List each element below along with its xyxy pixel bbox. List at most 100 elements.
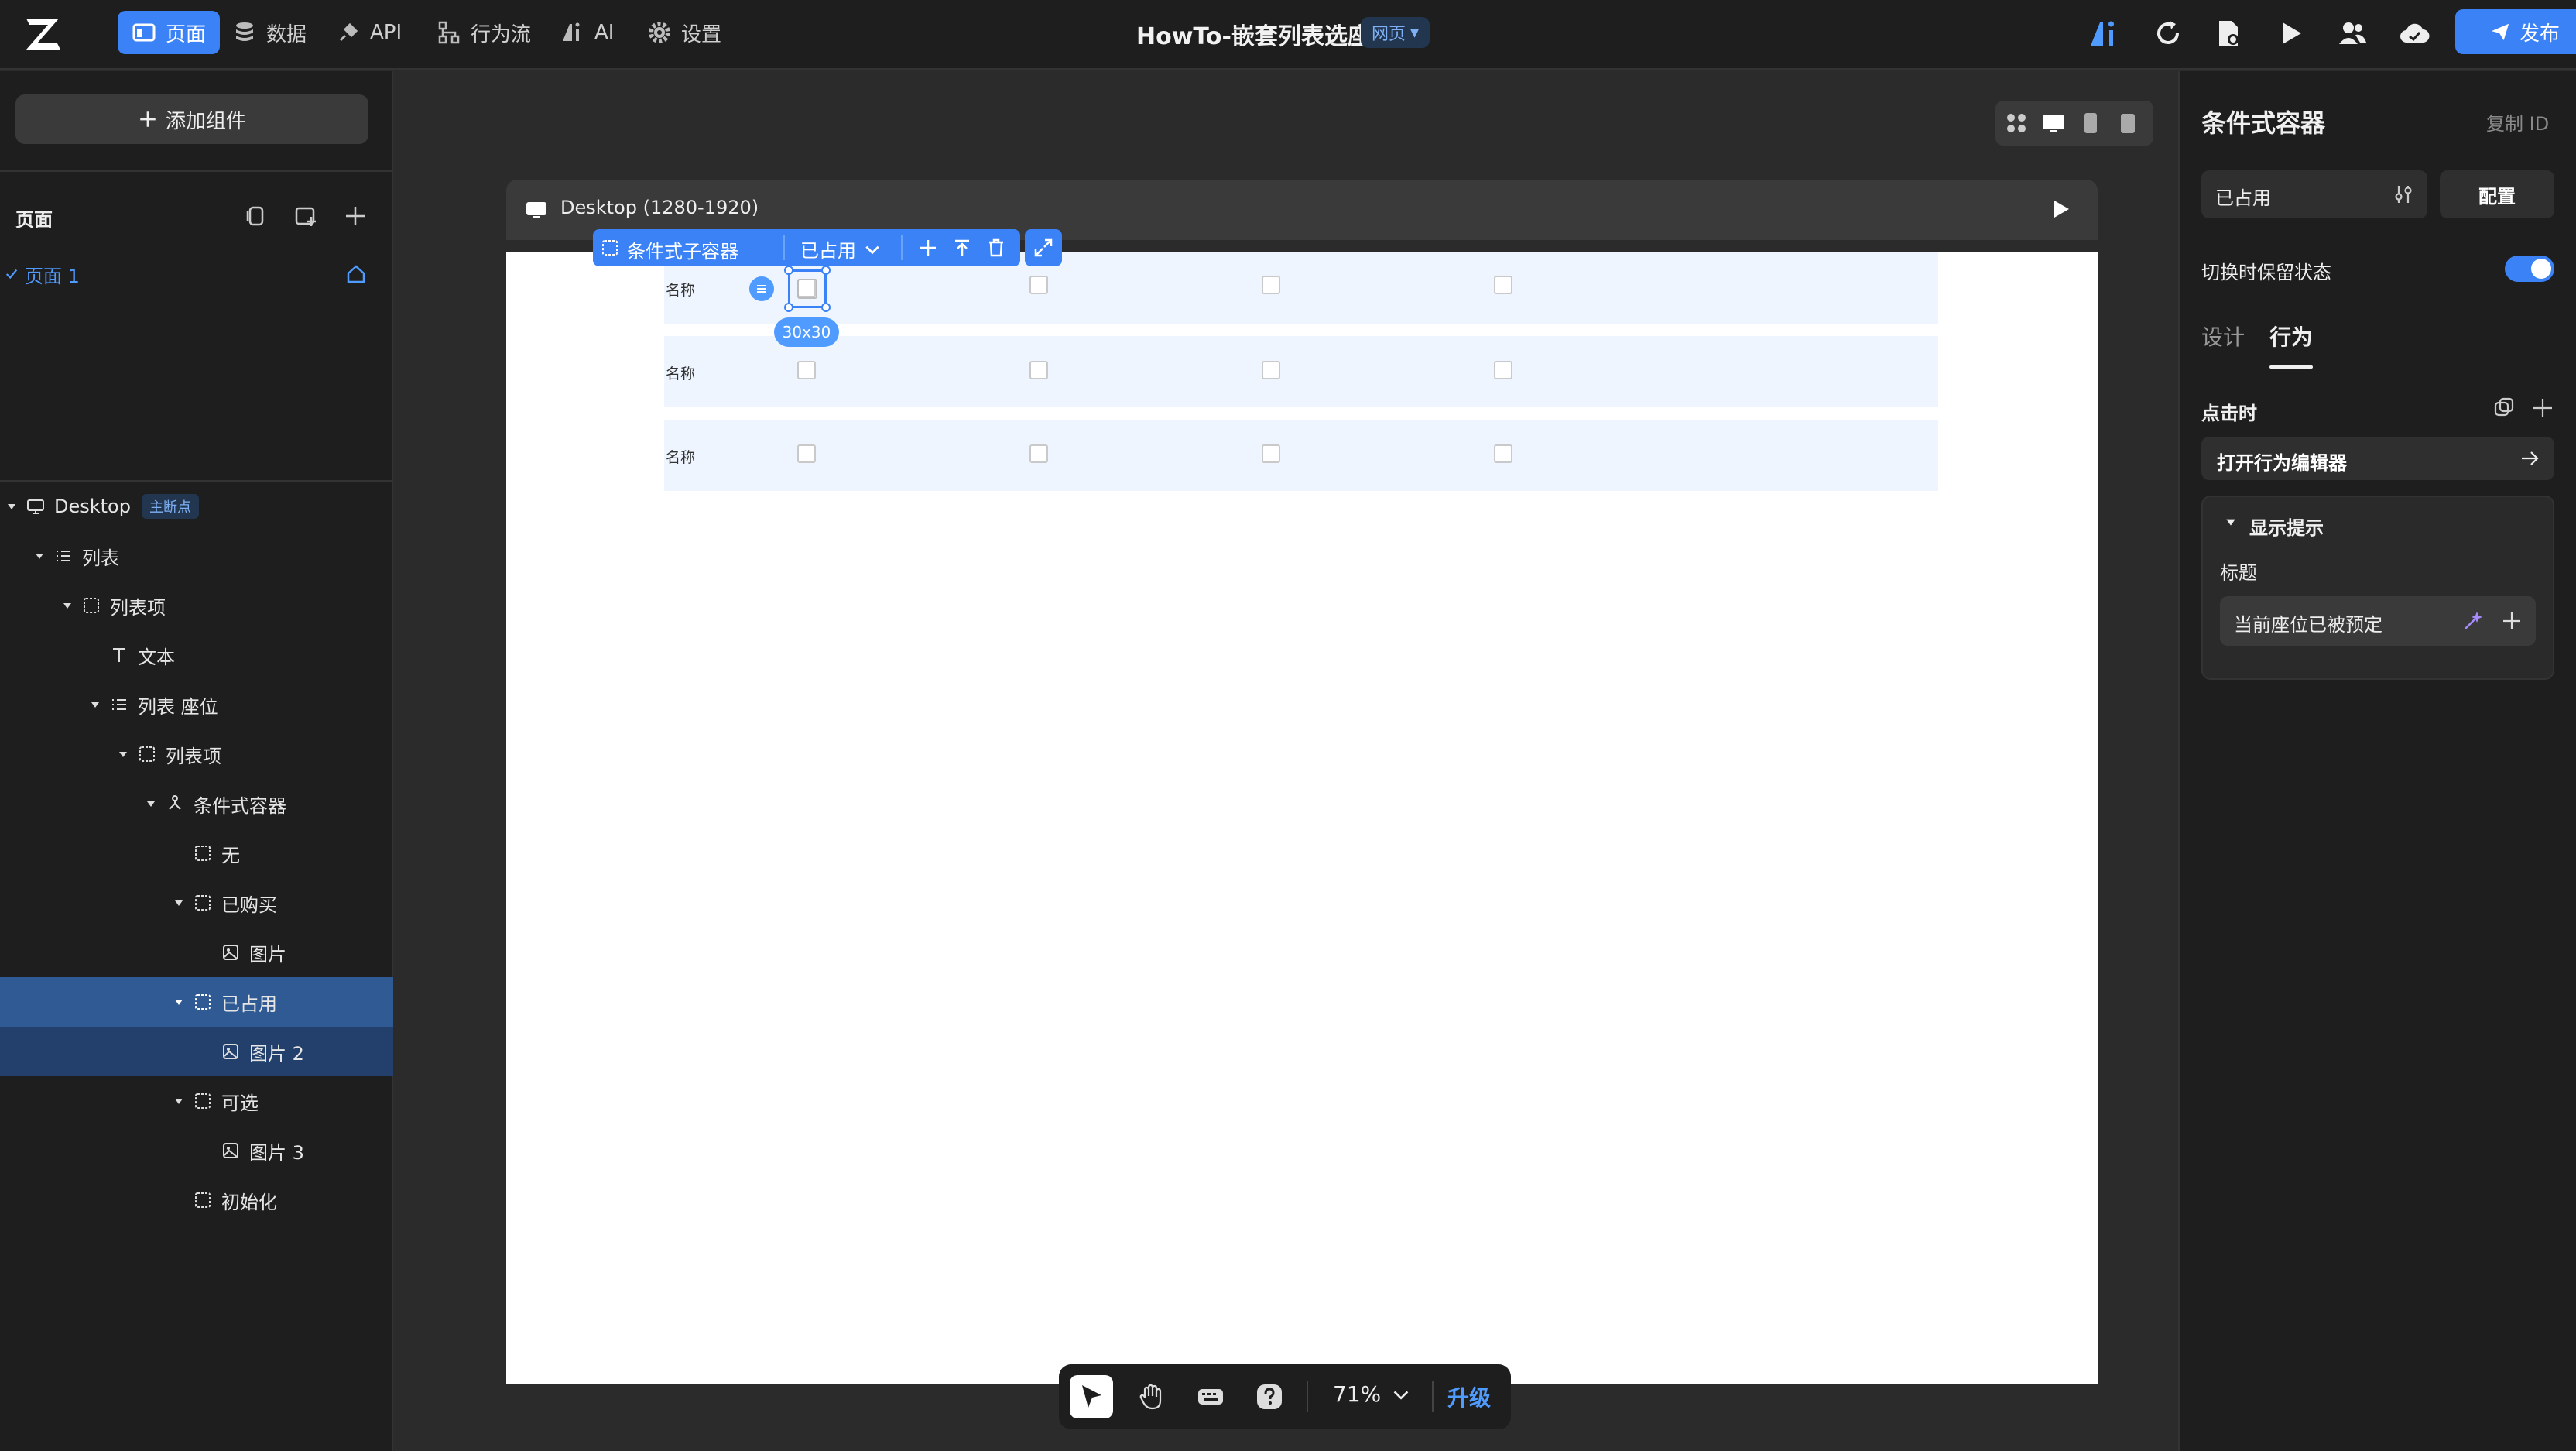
send-icon	[2490, 22, 2510, 42]
desktop-view-icon[interactable]	[2040, 110, 2067, 136]
nav-settings[interactable]: 设置	[633, 11, 735, 54]
seat-checkbox[interactable]	[1494, 276, 1512, 294]
tree-node-image-2[interactable]: 图片 2	[0, 1027, 393, 1076]
grid-view-icon[interactable]	[2003, 110, 2030, 136]
cloud-icon[interactable]	[2396, 15, 2432, 51]
state-select[interactable]: 已占用	[2201, 170, 2427, 218]
keep-state-toggle[interactable]	[2505, 256, 2554, 282]
add-action-icon[interactable]	[2531, 396, 2554, 420]
seat-checkbox[interactable]	[1494, 444, 1512, 463]
copy-action-icon[interactable]	[2492, 396, 2516, 420]
select-tool-icon[interactable]	[1070, 1375, 1113, 1418]
seat-checkbox[interactable]	[1262, 444, 1280, 463]
tree-node-init[interactable]: 初始化	[0, 1175, 393, 1225]
caret-down-icon[interactable]	[172, 995, 186, 1009]
resize-handle[interactable]	[784, 303, 793, 312]
tablet-view-icon[interactable]	[2078, 110, 2104, 136]
page-item[interactable]: 页面 1	[0, 256, 393, 293]
nav-data[interactable]: 数据	[218, 11, 320, 54]
tab-design[interactable]: 设计	[2201, 321, 2245, 352]
tree-node-conditional-container[interactable]: 条件式容器	[0, 779, 393, 828]
divider	[1432, 1381, 1434, 1412]
expand-button[interactable]	[1025, 229, 1062, 266]
select-parent-icon[interactable]	[952, 238, 972, 258]
mobile-view-icon[interactable]	[2115, 110, 2141, 136]
play-frame-icon[interactable]	[2050, 198, 2071, 220]
caret-down-icon[interactable]	[144, 797, 158, 811]
hand-tool-icon[interactable]	[1130, 1375, 1173, 1418]
adjust-icon[interactable]	[2392, 183, 2415, 206]
seat-checkbox[interactable]	[1262, 276, 1280, 294]
seat-checkbox[interactable]	[1029, 276, 1048, 294]
seat-checkbox[interactable]	[1029, 444, 1048, 463]
tree-node-seat-list-item[interactable]: 列表项	[0, 729, 393, 779]
nav-pages[interactable]: 页面	[118, 11, 221, 54]
add-child-icon[interactable]	[918, 238, 938, 258]
tab-behavior[interactable]: 行为	[2269, 321, 2313, 352]
tree-node-image[interactable]: 图片	[0, 928, 393, 977]
container-icon	[192, 1189, 214, 1211]
tree-node-none[interactable]: 无	[0, 828, 393, 878]
seat-checkbox[interactable]	[797, 444, 816, 463]
home-icon[interactable]	[345, 263, 367, 285]
resize-handle[interactable]	[784, 266, 793, 275]
tree-node-text[interactable]: 文本	[0, 630, 393, 680]
nav-flow[interactable]: 行为流	[423, 11, 545, 54]
ai-assistant-icon[interactable]	[2087, 15, 2122, 51]
trash-icon[interactable]	[986, 238, 1006, 258]
resize-handle[interactable]	[821, 266, 831, 275]
seat-checkbox[interactable]	[1262, 361, 1280, 379]
publish-button[interactable]: 发布	[2455, 9, 2576, 54]
duplicate-page-icon[interactable]	[243, 203, 269, 229]
list-options-button[interactable]	[749, 276, 774, 301]
nav-ai[interactable]: AI	[546, 11, 628, 54]
caret-down-icon[interactable]	[60, 599, 74, 612]
add-folder-icon[interactable]	[293, 203, 319, 229]
tree-node-purchased[interactable]: 已购买	[0, 878, 393, 928]
caret-down-icon[interactable]	[33, 549, 46, 563]
tree-node-image-3[interactable]: 图片 3	[0, 1126, 393, 1175]
add-page-icon[interactable]	[342, 203, 368, 229]
caret-down-icon[interactable]	[5, 499, 19, 513]
add-variable-icon[interactable]	[2500, 609, 2523, 633]
gear-icon	[647, 20, 672, 45]
upgrade-link[interactable]: 升级	[1447, 1381, 1491, 1412]
file-settings-icon[interactable]	[2211, 15, 2246, 51]
tree-node-list-item[interactable]: 列表项	[0, 581, 393, 630]
caret-down-icon[interactable]	[88, 698, 102, 712]
add-component-button[interactable]: 添加组件	[15, 94, 368, 144]
caret-down-icon[interactable]	[2225, 516, 2237, 528]
zoom-dropdown[interactable]: 71%	[1333, 1381, 1410, 1407]
mode-badge[interactable]: 网页 ▾	[1361, 17, 1430, 48]
container-icon	[192, 1090, 214, 1112]
list-row[interactable]	[664, 336, 1938, 407]
seat-checkbox[interactable]	[1029, 361, 1048, 379]
caret-down-icon[interactable]	[172, 1094, 186, 1108]
caret-down-icon[interactable]	[116, 747, 130, 761]
tree-node-list[interactable]: 列表	[0, 531, 393, 581]
selected-image-frame[interactable]	[784, 266, 831, 312]
open-behavior-editor-button[interactable]: 打开行为编辑器	[2201, 437, 2554, 480]
document-title: HowTo-嵌套列表选座	[1136, 23, 1371, 50]
preview-play-icon[interactable]	[2273, 15, 2308, 51]
help-icon[interactable]	[1248, 1375, 1291, 1418]
collaborators-icon[interactable]	[2334, 15, 2370, 51]
tree-node-desktop[interactable]: Desktop 主断点	[0, 482, 393, 531]
title-input[interactable]: 当前座位已被预定	[2220, 596, 2536, 646]
refresh-icon[interactable]	[2150, 15, 2186, 51]
list-row[interactable]	[664, 420, 1938, 491]
magic-wand-icon[interactable]	[2461, 609, 2485, 633]
tree-node-available[interactable]: 可选	[0, 1076, 393, 1126]
resize-handle[interactable]	[821, 303, 831, 312]
app-logo-icon[interactable]	[22, 12, 65, 56]
copy-id-button[interactable]: 复制 ID	[2486, 108, 2549, 135]
seat-checkbox[interactable]	[797, 361, 816, 379]
tree-node-occupied[interactable]: 已占用	[0, 977, 393, 1027]
caret-down-icon[interactable]	[172, 896, 186, 910]
keyboard-icon[interactable]	[1189, 1375, 1232, 1418]
tree-node-seat-list[interactable]: 列表 座位	[0, 680, 393, 729]
config-button[interactable]: 配置	[2440, 170, 2554, 218]
state-dropdown[interactable]: 已占用	[800, 235, 881, 262]
nav-api[interactable]: API	[322, 11, 416, 54]
seat-checkbox[interactable]	[1494, 361, 1512, 379]
